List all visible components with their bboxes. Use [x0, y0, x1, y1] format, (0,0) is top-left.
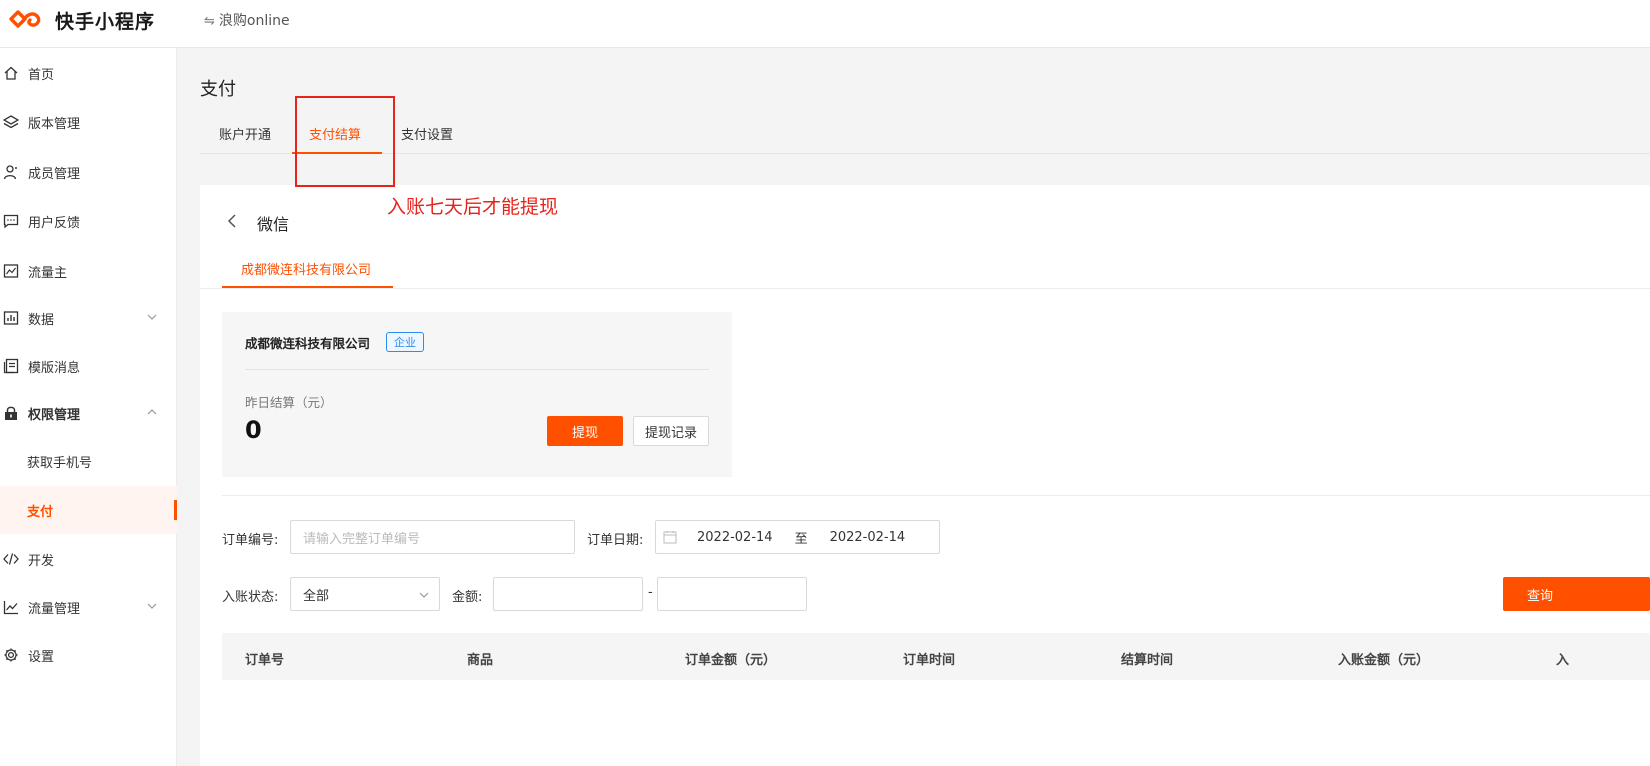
account-summary: 成都微连科技有限公司 企业 昨日结算（元） 0 提现 提现记录: [222, 312, 732, 477]
lock-icon: [5, 406, 17, 420]
line-chart-icon: [3, 601, 18, 615]
payment-tabs: 账户开通 支付结算 支付设置: [200, 112, 1650, 154]
code-icon: [3, 553, 19, 565]
settlement-card: 微信 成都微连科技有限公司 成都微连科技有限公司 企业 昨日结算（元） 0 提现…: [200, 185, 1650, 766]
calendar-icon: [663, 531, 677, 544]
sidebar-item-label: 权限管理: [28, 407, 81, 423]
column-header: 订单号: [245, 653, 285, 668]
sidebar-item-traffic-owner[interactable]: 流量主: [0, 247, 177, 295]
page-title: 支付: [200, 79, 236, 100]
tab-payment-settings[interactable]: 支付设置: [401, 124, 453, 143]
date-separator: 至: [794, 531, 808, 547]
chevron-up-icon: [147, 409, 157, 415]
order-number-label: 订单编号:: [222, 533, 279, 548]
chevron-down-icon: [147, 603, 157, 609]
order-number-placeholder: 请输入完整订单编号: [303, 531, 421, 547]
sidebar-item-permissions[interactable]: 权限管理: [0, 389, 177, 437]
app-name: 浪购online: [218, 13, 290, 29]
withdraw-records-button[interactable]: 提现记录: [633, 416, 709, 446]
withdraw-button[interactable]: 提现: [547, 416, 623, 446]
account-type-badge: 企业: [386, 332, 424, 352]
template-icon: [3, 358, 19, 374]
amount-min-input[interactable]: [493, 577, 643, 611]
sidebar-item-label: 流量主: [28, 265, 68, 281]
sidebar-item-settings[interactable]: 设置: [0, 631, 177, 679]
chart-box-icon: [3, 264, 19, 278]
query-button[interactable]: 查询: [1503, 577, 1650, 611]
status-select[interactable]: 全部: [290, 577, 440, 611]
order-date-range[interactable]: 2022-02-14 至 2022-02-14: [655, 520, 940, 554]
amount-max-input[interactable]: [657, 577, 807, 611]
sidebar-item-label: 支付: [27, 504, 54, 520]
column-header: 入: [1556, 653, 1570, 668]
tab-account-opening[interactable]: 账户开通: [219, 124, 271, 143]
sidebar-item-get-phone[interactable]: 获取手机号: [0, 437, 177, 485]
status-label: 入账状态:: [222, 590, 279, 605]
sidebar-item-home[interactable]: 首页: [0, 49, 177, 97]
sidebar: 首页 版本管理 成员管理 用户反馈 流量主 数据 模版消息 权限管理 获取手机号…: [0, 48, 177, 766]
card-title: 微信: [257, 215, 290, 234]
chevron-down-icon: [419, 592, 429, 598]
amount-label: 金额:: [452, 590, 483, 605]
sidebar-item-label: 首页: [28, 67, 55, 83]
sidebar-item-label: 模版消息: [28, 360, 81, 376]
merchant-tabs: 成都微连科技有限公司: [200, 255, 1650, 289]
divider: [222, 495, 1650, 496]
app-switcher[interactable]: ⇋ 浪购online: [204, 10, 290, 30]
account-name: 成都微连科技有限公司: [245, 336, 371, 351]
sidebar-item-template-messages[interactable]: 模版消息: [0, 342, 177, 390]
sidebar-item-payment[interactable]: 支付: [0, 486, 177, 534]
sidebar-item-develop[interactable]: 开发: [0, 535, 177, 583]
gear-icon: [4, 648, 18, 662]
annotation-highlight-box: [295, 96, 395, 187]
divider: [245, 369, 709, 370]
sidebar-item-label: 版本管理: [28, 116, 81, 132]
switch-arrows-icon: ⇋: [204, 14, 215, 29]
top-header: 快手小程序 ⇋ 浪购online: [0, 0, 1650, 48]
column-header: 订单时间: [903, 653, 956, 668]
settlement-label: 昨日结算（元）: [245, 395, 333, 410]
back-arrow-icon[interactable]: [226, 211, 238, 231]
home-icon: [4, 66, 18, 80]
sidebar-item-label: 流量管理: [28, 601, 81, 617]
column-header: 结算时间: [1121, 653, 1174, 668]
sidebar-item-label: 获取手机号: [27, 455, 93, 471]
table-header: 订单号 商品 订单金额（元） 订单时间 结算时间 入账金额（元） 入: [222, 633, 1650, 680]
bar-chart-icon: [3, 311, 19, 325]
user-icon: [3, 165, 17, 180]
status-value: 全部: [303, 588, 330, 604]
message-icon: [3, 214, 19, 229]
app-title: 快手小程序: [55, 11, 156, 33]
date-from: 2022-02-14: [697, 529, 773, 545]
sidebar-item-traffic-management[interactable]: 流量管理: [0, 583, 177, 631]
tab-merchant[interactable]: 成都微连科技有限公司: [241, 259, 371, 278]
sidebar-item-label: 成员管理: [28, 166, 81, 182]
sidebar-item-label: 开发: [28, 553, 55, 569]
sidebar-item-members[interactable]: 成员管理: [0, 148, 177, 196]
sidebar-item-feedback[interactable]: 用户反馈: [0, 197, 177, 245]
settlement-amount: 0: [245, 416, 262, 444]
layers-icon: [3, 115, 19, 129]
active-tab-indicator: [222, 286, 393, 288]
sidebar-item-label: 数据: [28, 312, 55, 328]
column-header: 订单金额（元）: [685, 653, 777, 668]
date-to: 2022-02-14: [829, 529, 906, 545]
column-header: 入账金额（元）: [1338, 653, 1430, 668]
chevron-down-icon: [147, 314, 157, 320]
sidebar-item-label: 设置: [28, 649, 55, 665]
kuaishou-logo-icon: [9, 10, 41, 28]
amount-range-separator: -: [648, 585, 653, 600]
order-number-input[interactable]: 请输入完整订单编号: [290, 520, 575, 554]
order-date-label: 订单日期:: [587, 533, 644, 548]
column-header: 商品: [467, 653, 494, 668]
annotation-note: 入账七天后才能提现: [387, 196, 559, 218]
sidebar-item-data[interactable]: 数据: [0, 294, 177, 342]
sidebar-item-label: 用户反馈: [28, 215, 81, 231]
sidebar-item-version[interactable]: 版本管理: [0, 98, 177, 146]
